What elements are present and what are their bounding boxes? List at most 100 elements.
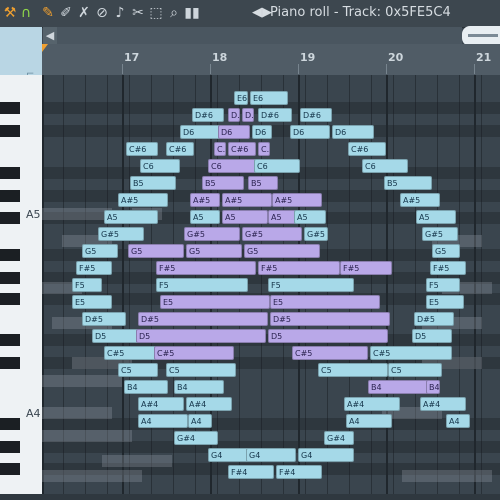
black-key[interactable]: [0, 190, 20, 202]
note[interactable]: G5: [186, 244, 242, 258]
note[interactable]: F#5: [258, 261, 340, 275]
note[interactable]: D6: [332, 125, 374, 139]
note[interactable]: A4: [446, 414, 470, 428]
note[interactable]: A5: [294, 210, 326, 224]
note[interactable]: G#5: [422, 227, 458, 241]
white-key[interactable]: [0, 311, 42, 332]
note[interactable]: E5: [160, 295, 270, 309]
note[interactable]: F#4: [228, 465, 274, 479]
note[interactable]: D6: [290, 125, 330, 139]
black-key[interactable]: [0, 463, 20, 475]
black-key[interactable]: [0, 125, 20, 137]
note[interactable]: D5: [412, 329, 452, 343]
note[interactable]: D#6: [300, 108, 332, 122]
note[interactable]: E5: [270, 295, 380, 309]
note[interactable]: A5: [222, 210, 268, 224]
note[interactable]: C#6: [126, 142, 158, 156]
playback-icon[interactable]: ▮▮: [184, 4, 200, 22]
timeline-ruler[interactable]: 17 18 19 20 21: [42, 44, 500, 76]
select-icon[interactable]: ⬚: [148, 4, 164, 22]
note[interactable]: F5: [268, 278, 354, 292]
note[interactable]: G5: [244, 244, 320, 258]
note[interactable]: D5: [92, 329, 140, 343]
note[interactable]: G#5: [98, 227, 144, 241]
zoom-icon[interactable]: ⌕: [166, 4, 182, 22]
note[interactable]: A4: [346, 414, 392, 428]
note[interactable]: F#5: [430, 261, 466, 275]
note[interactable]: B5: [130, 176, 176, 190]
piano-keyboard[interactable]: A5 A4: [0, 75, 42, 500]
note[interactable]: D#5: [270, 312, 390, 326]
note[interactable]: F#4: [276, 465, 322, 479]
note[interactable]: B4: [426, 380, 440, 394]
white-key[interactable]: [0, 75, 42, 92]
note[interactable]: B4: [124, 380, 168, 394]
overview-strip[interactable]: [462, 26, 500, 46]
note[interactable]: C#5: [370, 346, 452, 360]
pencil-icon[interactable]: ✎: [40, 4, 56, 22]
black-key[interactable]: [0, 357, 20, 369]
note[interactable]: G4: [298, 448, 354, 462]
black-key[interactable]: [0, 249, 20, 261]
note[interactable]: B5: [248, 176, 278, 190]
note[interactable]: G#5: [184, 227, 240, 241]
note[interactable]: D5: [268, 329, 388, 343]
note[interactable]: D5: [136, 329, 266, 343]
note[interactable]: C6: [362, 159, 408, 173]
white-key[interactable]: [0, 371, 42, 392]
note[interactable]: E6: [234, 91, 248, 105]
note[interactable]: F5: [156, 278, 248, 292]
note[interactable]: G5: [432, 244, 460, 258]
wrench-icon[interactable]: ⚒: [2, 4, 18, 22]
note[interactable]: A#5: [272, 193, 322, 207]
black-key[interactable]: [0, 441, 20, 453]
slice-icon[interactable]: ✂: [130, 4, 146, 22]
note[interactable]: A#5: [118, 193, 168, 207]
note[interactable]: G5: [128, 244, 184, 258]
note[interactable]: B5: [384, 176, 432, 190]
scroll-left-button[interactable]: ◀: [43, 27, 57, 44]
note[interactable]: B4: [174, 380, 224, 394]
black-key[interactable]: [0, 293, 20, 305]
note[interactable]: D.: [242, 108, 254, 122]
note[interactable]: A5: [416, 210, 456, 224]
note[interactable]: A#5: [400, 193, 440, 207]
note[interactable]: C#6: [228, 142, 256, 156]
note[interactable]: C6: [140, 159, 180, 173]
note[interactable]: C5: [118, 363, 158, 377]
note[interactable]: D#5: [138, 312, 268, 326]
note[interactable]: A4: [138, 414, 188, 428]
note[interactable]: D#6: [192, 108, 224, 122]
note[interactable]: D#5: [414, 312, 454, 326]
note[interactable]: C5: [388, 363, 442, 377]
note[interactable]: D#6: [258, 108, 292, 122]
note[interactable]: F#5: [156, 261, 256, 275]
delete-icon[interactable]: ✗: [76, 4, 92, 22]
note[interactable]: A#4: [420, 397, 466, 411]
note[interactable]: E6: [250, 91, 288, 105]
note[interactable]: E5: [426, 295, 464, 309]
mute-icon[interactable]: ⊘: [94, 4, 110, 22]
note[interactable]: C6: [254, 159, 300, 173]
note[interactable]: D.: [228, 108, 240, 122]
title-arrow-icon[interactable]: ◀▶: [252, 4, 272, 22]
note[interactable]: A5: [190, 210, 220, 224]
note[interactable]: F5: [72, 278, 102, 292]
note[interactable]: A#5: [222, 193, 272, 207]
horizontal-scrollbar[interactable]: [57, 27, 462, 44]
note[interactable]: C#5: [292, 346, 368, 360]
note[interactable]: D#5: [82, 312, 126, 326]
note[interactable]: A#4: [344, 397, 400, 411]
black-key[interactable]: [0, 102, 20, 114]
note[interactable]: B4: [368, 380, 428, 394]
note[interactable]: C5: [318, 363, 388, 377]
note[interactable]: G5: [82, 244, 118, 258]
note[interactable]: F#5: [340, 261, 392, 275]
note[interactable]: C.: [258, 142, 270, 156]
note[interactable]: C#6: [348, 142, 386, 156]
note[interactable]: C.: [214, 142, 226, 156]
mute-speaker-icon[interactable]: ♪: [112, 4, 128, 22]
note[interactable]: A5: [104, 210, 158, 224]
playhead-marker[interactable]: [42, 44, 48, 52]
note[interactable]: B5: [202, 176, 244, 190]
